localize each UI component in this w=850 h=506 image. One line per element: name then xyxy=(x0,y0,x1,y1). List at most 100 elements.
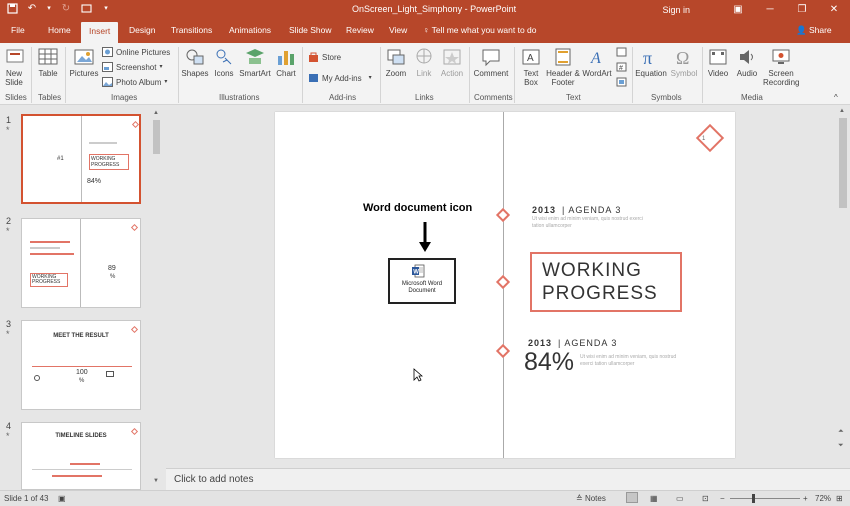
zoom-level[interactable]: 72% xyxy=(815,494,831,503)
tab-design[interactable]: Design xyxy=(129,25,155,35)
scrollbar-thumb[interactable] xyxy=(153,120,160,154)
start-from-beginning-icon[interactable] xyxy=(80,3,92,15)
normal-view-icon[interactable] xyxy=(626,492,638,503)
group-media: Media xyxy=(741,93,763,102)
icons-button[interactable]: Icons xyxy=(211,47,237,78)
sign-in-link[interactable]: Sign in xyxy=(662,5,690,15)
restore-icon[interactable]: ❐ xyxy=(786,4,818,15)
video-button[interactable]: Video xyxy=(705,47,731,78)
screenshot-button[interactable]: Screenshot ▾ xyxy=(102,62,162,72)
zoom-out-icon[interactable]: − xyxy=(720,494,725,503)
percent-value[interactable]: 84% xyxy=(524,348,574,377)
comment-label: Comment xyxy=(473,69,509,78)
header-footer-button[interactable]: Header & Footer xyxy=(546,47,580,87)
notes-toggle[interactable]: ≙ Notes xyxy=(576,494,606,503)
slide-thumbnail-1[interactable]: #1 WORKING PROGRESS 84% xyxy=(21,114,141,204)
group-comments: Comments xyxy=(474,93,513,102)
slide-thumbnail-3[interactable]: MEET THE RESULT 100 % xyxy=(21,320,141,410)
comment-button[interactable]: Comment xyxy=(472,47,510,78)
undo-dropdown-icon[interactable]: ▾ xyxy=(46,3,52,15)
slide-thumbnail-2[interactable]: WORKING PROGRESS 89 % xyxy=(21,218,141,308)
zoom-in-icon[interactable]: + xyxy=(803,494,808,503)
slide-number-icon[interactable]: # xyxy=(616,62,627,72)
table-label: Table xyxy=(38,69,58,78)
zoom-label: Zoom xyxy=(385,69,407,78)
scrollbar-thumb[interactable] xyxy=(839,118,847,208)
spellcheck-icon[interactable]: ▣ xyxy=(58,494,66,503)
notes-placeholder[interactable]: Click to add notes xyxy=(174,474,254,485)
online-pictures-button[interactable]: Online Pictures xyxy=(102,47,170,57)
tab-home[interactable]: Home xyxy=(48,25,71,35)
scroll-up-icon[interactable]: ▲ xyxy=(839,108,845,114)
agenda-year-top[interactable]: 2013 xyxy=(532,205,556,215)
equation-button[interactable]: π Equation xyxy=(634,47,668,78)
close-icon[interactable]: ✕ xyxy=(818,4,850,15)
tab-slide-show[interactable]: Slide Show xyxy=(289,25,332,35)
svg-text:A: A xyxy=(590,50,601,67)
zoom-slider-thumb[interactable] xyxy=(752,494,755,503)
speaker-icon xyxy=(740,50,753,64)
table-button[interactable]: Table xyxy=(35,47,61,78)
tell-me-search[interactable]: ♀ Tell me what you want to do xyxy=(423,25,536,35)
store-button[interactable]: Store xyxy=(308,52,341,62)
agenda-subtext-bottom[interactable]: Ut wisi enim ad minim veniam, quis nostr… xyxy=(580,354,690,368)
agenda-title-bottom[interactable]: | AGENDA 3 xyxy=(558,338,617,348)
tab-review[interactable]: Review xyxy=(346,25,374,35)
agenda-subtext-top[interactable]: Ut wisi enim ad minim veniam, quis nostr… xyxy=(532,216,652,230)
redo-icon[interactable]: ↻ xyxy=(60,3,72,15)
slide-scrollbar[interactable]: ▲ ⏶ ⏷ xyxy=(838,108,848,468)
new-slide-button[interactable]: New Slide xyxy=(2,47,28,87)
collapse-ribbon-icon[interactable]: ^ xyxy=(834,93,838,102)
group-symbols: Symbols xyxy=(651,93,682,102)
object-icon[interactable] xyxy=(616,77,627,87)
share-button[interactable]: 👤 Share xyxy=(796,25,832,36)
minimize-icon[interactable]: ─ xyxy=(754,4,786,15)
word-document-icon[interactable]: W xyxy=(411,264,425,278)
group-slides: Slides xyxy=(5,93,27,102)
photo-album-button[interactable]: Photo Album ▾ xyxy=(102,77,167,87)
share-label: Share xyxy=(808,25,832,35)
reading-view-icon[interactable]: ▭ xyxy=(676,494,684,503)
tab-file[interactable]: File xyxy=(11,25,25,35)
slideshow-icon[interactable]: ⊡ xyxy=(702,494,709,503)
wordart-button[interactable]: A WordArt xyxy=(581,47,613,78)
tab-animations[interactable]: Animations xyxy=(229,25,271,35)
symbol-button[interactable]: Ω Symbol xyxy=(669,47,699,78)
next-slide-icon[interactable]: ⏷ xyxy=(838,442,844,450)
window-title: OnScreen_Light_Simphony - PowerPoint xyxy=(352,4,517,14)
save-icon[interactable] xyxy=(6,3,18,15)
undo-icon[interactable]: ↶ xyxy=(26,3,38,15)
svg-text:Ω: Ω xyxy=(676,48,689,67)
tab-view[interactable]: View xyxy=(389,25,407,35)
group-illustrations: Illustrations xyxy=(219,93,260,102)
customize-toolbar-icon[interactable]: ▾ xyxy=(100,3,112,15)
slide-thumbnail-4[interactable]: TIMELINE SLIDES xyxy=(21,422,141,490)
action-label: Action xyxy=(440,69,464,78)
thumbnails-scrollbar[interactable]: ▲ ▼ xyxy=(152,110,161,488)
agenda-year-bottom[interactable]: 2013 xyxy=(528,338,552,348)
tab-transitions[interactable]: Transitions xyxy=(171,25,212,35)
text-box-button[interactable]: A Text Box xyxy=(518,47,544,87)
working-progress-text[interactable]: WORKING PROGRESS xyxy=(542,259,658,305)
date-time-icon[interactable] xyxy=(616,47,627,57)
action-button[interactable]: Action xyxy=(438,47,466,78)
link-button[interactable]: Link xyxy=(411,47,437,78)
slide-sorter-icon[interactable]: ▦ xyxy=(650,494,658,503)
zoom-slider[interactable] xyxy=(730,498,800,499)
fit-slide-icon[interactable]: ⊞ xyxy=(836,494,843,503)
screen-recording-button[interactable]: Screen Recording xyxy=(763,47,799,87)
chart-button[interactable]: Chart xyxy=(274,47,298,78)
notes-pane[interactable]: Click to add notes xyxy=(166,468,850,490)
my-addins-button[interactable]: My Add-ins ▾ xyxy=(308,73,372,83)
previous-slide-icon[interactable]: ⏶ xyxy=(838,428,844,436)
ribbon-display-options-icon[interactable]: ▣ xyxy=(722,4,754,15)
smartart-button[interactable]: SmartArt xyxy=(238,47,272,78)
shapes-button[interactable]: Shapes xyxy=(181,47,209,78)
pictures-button[interactable]: Pictures xyxy=(68,47,100,78)
zoom-button[interactable]: Zoom xyxy=(383,47,409,78)
scroll-down-icon[interactable]: ▼ xyxy=(153,478,159,484)
scroll-up-icon[interactable]: ▲ xyxy=(153,110,159,116)
tab-insert[interactable]: Insert xyxy=(81,22,119,43)
audio-button[interactable]: Audio xyxy=(733,47,761,78)
agenda-title-top[interactable]: | AGENDA 3 xyxy=(562,205,621,215)
